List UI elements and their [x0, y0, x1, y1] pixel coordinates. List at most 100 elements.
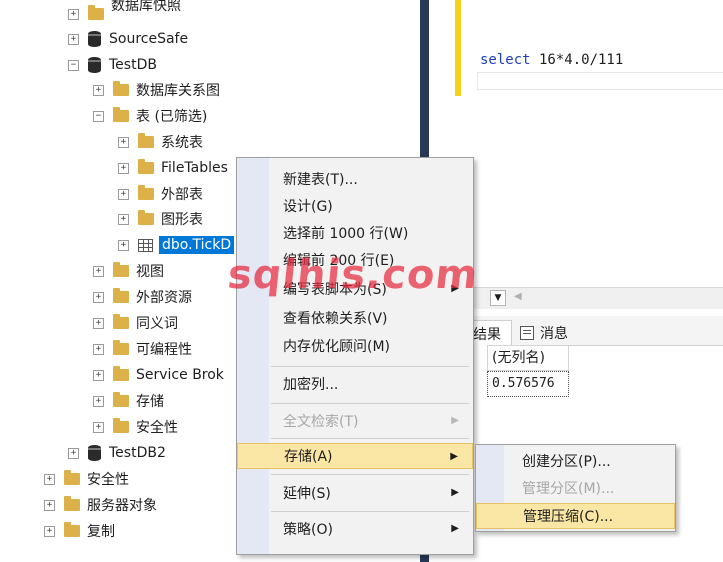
menu-item-label: 设计(G): [283, 199, 333, 215]
tree-item-testdb[interactable]: − TestDB: [68, 53, 157, 77]
tree-item-programmability[interactable]: + 可编程性: [93, 337, 192, 361]
tree-item-label: 安全性: [136, 420, 178, 436]
expand-icon[interactable]: +: [93, 265, 104, 277]
tree-item-tables[interactable]: − 表 (已筛选): [93, 104, 207, 128]
expand-icon[interactable]: +: [68, 33, 79, 45]
tree-item-label: 存储: [136, 394, 164, 410]
result-cell[interactable]: 0.576576: [487, 371, 569, 397]
tree-item-synonyms[interactable]: + 同义词: [93, 311, 178, 335]
tab-messages-label: 消息: [540, 326, 568, 342]
menu-item-stretch[interactable]: 延伸(S) ▶: [237, 480, 473, 506]
tree-item-filetables[interactable]: + FileTables: [118, 156, 228, 180]
tree-item-label: Service Brok: [136, 367, 224, 383]
tree-item-label: 系统表: [161, 135, 203, 151]
zoom-dropdown[interactable]: ▼: [490, 290, 506, 306]
expand-icon[interactable]: +: [44, 499, 55, 511]
column-header[interactable]: (无列名): [487, 345, 569, 371]
tree-item-service-broker[interactable]: + Service Brok: [93, 363, 224, 387]
chevron-down-icon: ▼: [494, 293, 502, 303]
tree-item-graph-tables[interactable]: + 图形表: [118, 207, 203, 231]
menu-item-label: 内存优化顾问(M): [283, 339, 391, 355]
menu-item-storage[interactable]: 存储(A) ▶: [237, 443, 473, 469]
expand-icon[interactable]: +: [93, 291, 104, 303]
sql-keyword: select: [480, 52, 531, 68]
tree-item-replication[interactable]: + 复制: [44, 519, 115, 543]
site-watermark: sqlhis.com: [225, 252, 481, 298]
tree-item-label: 安全性: [87, 472, 129, 488]
expand-icon[interactable]: +: [68, 447, 79, 459]
tab-messages[interactable]: 消息: [516, 320, 568, 346]
expand-icon[interactable]: +: [118, 162, 129, 174]
menu-item-manage-partition: 管理分区(M)...: [476, 475, 675, 501]
folder-icon: [138, 210, 154, 225]
tree-item-system-tables[interactable]: + 系统表: [118, 130, 203, 154]
menu-item-view-dependencies[interactable]: 查看依赖关系(V): [237, 305, 473, 331]
expand-icon[interactable]: +: [118, 213, 129, 225]
expand-icon[interactable]: +: [44, 473, 55, 485]
menu-item-label: 延伸(S): [283, 486, 331, 502]
tree-item-security-server[interactable]: + 安全性: [44, 467, 129, 491]
tree-item-label: 数据库快照: [111, 0, 181, 14]
menu-item-label: 存储(A): [284, 449, 333, 465]
submenu-arrow-icon: ▶: [451, 415, 459, 426]
expand-icon[interactable]: +: [93, 343, 104, 355]
tree-item-sourcesafe[interactable]: + SourceSafe: [68, 27, 188, 51]
tree-item-label: dbo.TickD: [159, 236, 235, 254]
collapse-icon[interactable]: −: [68, 59, 79, 71]
submenu-arrow-icon: ▶: [451, 523, 459, 534]
tree-item-label: FileTables: [161, 160, 228, 176]
menu-item-label: 策略(O): [283, 522, 333, 538]
tree-item-label: SourceSafe: [109, 31, 189, 47]
expand-icon[interactable]: +: [44, 525, 55, 537]
menu-separator: [271, 438, 469, 439]
table-context-menu: 新建表(T)... 设计(G) 选择前 1000 行(W) 编辑前 200 行(…: [236, 157, 474, 555]
expand-icon[interactable]: +: [93, 421, 104, 433]
scroll-left-icon[interactable]: ◀: [514, 291, 522, 302]
expand-icon[interactable]: +: [118, 188, 129, 200]
query-text[interactable]: select 16*4.0/111: [480, 52, 623, 68]
tree-item-dbo-tickd[interactable]: + dbo.TickD: [118, 233, 235, 257]
expand-icon[interactable]: +: [93, 317, 104, 329]
menu-item-label: 选择前 1000 行(W): [283, 226, 409, 242]
expand-icon[interactable]: +: [118, 136, 129, 148]
menu-separator: [271, 403, 469, 404]
menu-item-full-text-index: 全文检索(T) ▶: [237, 408, 473, 434]
tree-item-diagrams[interactable]: + 数据库关系图: [93, 78, 220, 102]
menu-separator: [271, 474, 469, 475]
submenu-arrow-icon: ▶: [451, 487, 459, 498]
tree-item-testdb2[interactable]: + TestDB2: [68, 441, 166, 465]
tree-item-storage[interactable]: + 存储: [93, 389, 164, 413]
expand-icon[interactable]: +: [93, 84, 104, 96]
tree-item-label: 可编程性: [136, 342, 192, 358]
menu-item-manage-compression[interactable]: 管理压缩(C)...: [476, 503, 675, 529]
expand-icon[interactable]: +: [93, 369, 104, 381]
table-icon: [138, 238, 153, 252]
menu-item-design[interactable]: 设计(G): [237, 193, 473, 219]
menu-item-create-partition[interactable]: 创建分区(P)...: [476, 448, 675, 474]
menu-item-new-table[interactable]: 新建表(T)...: [237, 166, 473, 192]
collapse-icon[interactable]: −: [93, 110, 104, 122]
folder-icon: [64, 496, 80, 511]
folder-icon: [64, 470, 80, 485]
tree-item-external-resources[interactable]: + 外部资源: [93, 285, 192, 309]
tree-item-database-snapshots[interactable]: + 数据库快照: [68, 0, 181, 26]
menu-item-memory-optimization-advisor[interactable]: 内存优化顾问(M): [237, 333, 473, 359]
folder-icon: [138, 185, 154, 200]
folder-icon: [113, 262, 129, 277]
expand-icon[interactable]: +: [118, 239, 129, 251]
menu-separator: [271, 511, 469, 512]
tree-item-views[interactable]: + 视图: [93, 259, 164, 283]
tree-item-external-tables[interactable]: + 外部表: [118, 182, 203, 206]
folder-icon: [113, 288, 129, 303]
menu-separator: [271, 366, 469, 367]
menu-item-select-top-1000[interactable]: 选择前 1000 行(W): [237, 220, 473, 246]
menu-item-label: 全文检索(T): [283, 414, 359, 430]
folder-icon: [113, 81, 129, 96]
expand-icon[interactable]: +: [68, 8, 79, 20]
expand-icon[interactable]: +: [93, 395, 104, 407]
change-marker: [455, 0, 461, 96]
menu-item-encrypt-columns[interactable]: 加密列...: [237, 371, 473, 397]
menu-item-policies[interactable]: 策略(O) ▶: [237, 516, 473, 542]
tree-item-security-db[interactable]: + 安全性: [93, 415, 178, 439]
tree-item-server-objects[interactable]: + 服务器对象: [44, 493, 157, 517]
